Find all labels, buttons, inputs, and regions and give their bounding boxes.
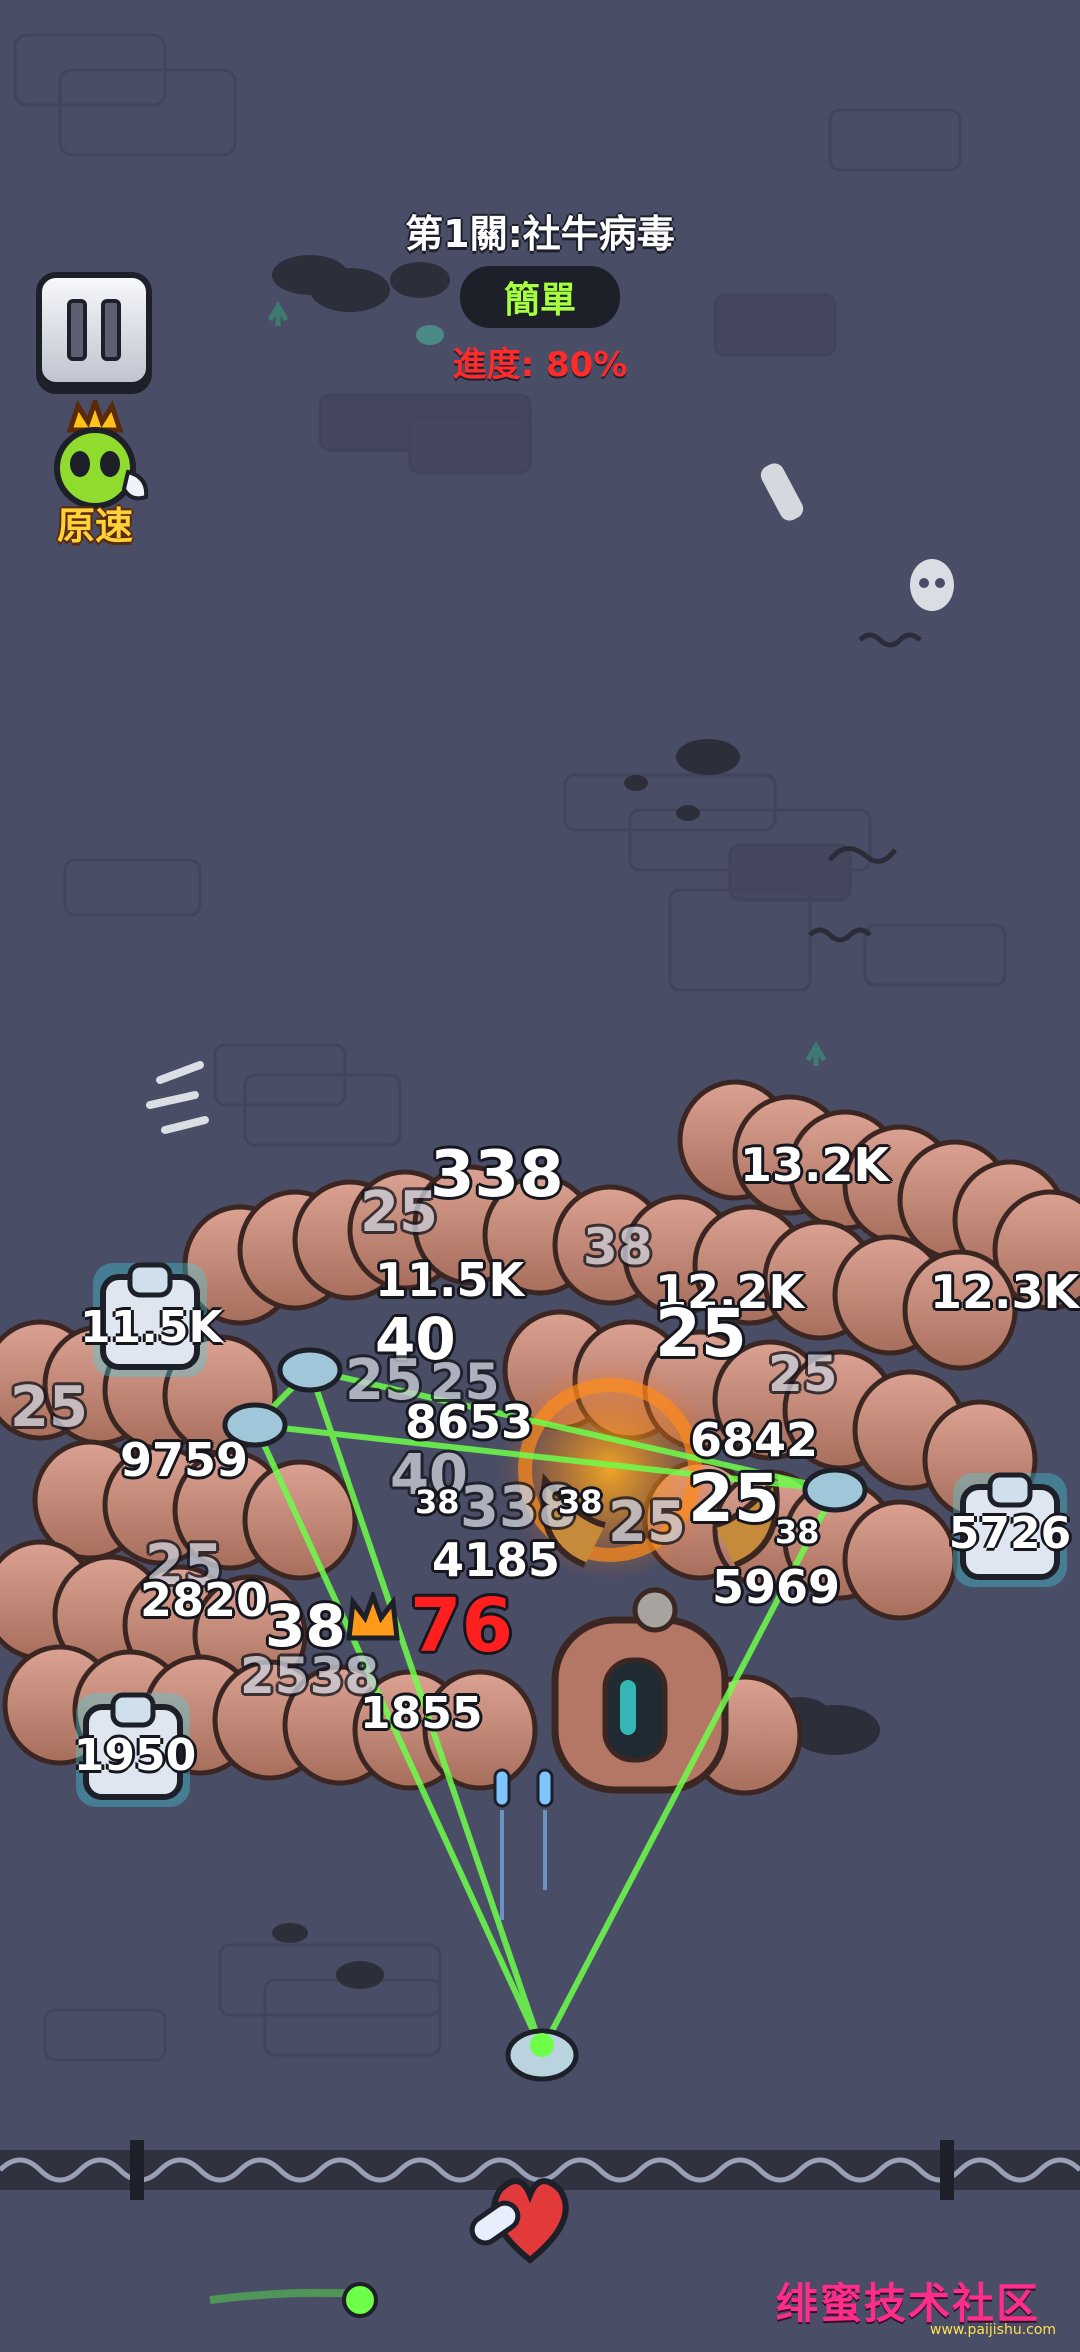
crit-damage-number: 76 bbox=[410, 1583, 513, 1669]
damage-number: 4185 bbox=[432, 1533, 561, 1587]
damage-number: 12.3K bbox=[930, 1265, 1080, 1319]
damage-number: 9759 bbox=[120, 1433, 249, 1487]
chest-label: 11.5K bbox=[80, 1302, 223, 1353]
damage-number: 13.2K bbox=[740, 1138, 890, 1192]
damage-number: 25 bbox=[688, 1460, 780, 1537]
damage-number: 25 bbox=[608, 1490, 686, 1555]
damage-number: 5969 bbox=[712, 1560, 841, 1614]
game-stage: 11.5K 5726 1950 338 13.2K 25 11.5K 38 12.2K 12… bbox=[0, 0, 1080, 2352]
speed-toggle-button[interactable]: 原速 bbox=[30, 400, 160, 548]
chest-label: 1950 bbox=[73, 1730, 197, 1781]
level-title: 第1關:社牛病毒 bbox=[405, 212, 675, 256]
damage-number: 25 bbox=[360, 1180, 438, 1245]
damage-number: 8653 bbox=[405, 1395, 534, 1449]
damage-number: 38 bbox=[558, 1483, 603, 1521]
speed-label: 原速 bbox=[56, 504, 133, 548]
damage-number: 1855 bbox=[360, 1688, 483, 1739]
pause-icon bbox=[67, 299, 87, 361]
damage-number: 2820 bbox=[140, 1573, 269, 1627]
bullets bbox=[493, 1768, 558, 2193]
damage-number: 38 bbox=[583, 1218, 653, 1276]
crown-icon bbox=[346, 1592, 400, 1641]
watermark-url: www.paijishu.com bbox=[930, 2322, 1057, 2338]
difficulty-badge: 簡單 bbox=[460, 266, 620, 328]
progress-text: 進度: 80% bbox=[452, 345, 628, 385]
green-comet bbox=[209, 2282, 378, 2318]
pause-icon-bar bbox=[101, 299, 121, 361]
pause-button[interactable] bbox=[36, 272, 152, 388]
damage-number: 25 bbox=[10, 1375, 88, 1440]
damage-number: 38 bbox=[775, 1513, 820, 1551]
damage-number: 6842 bbox=[690, 1413, 819, 1467]
damage-number: 25 bbox=[768, 1345, 838, 1403]
damage-number: 338 bbox=[430, 1138, 564, 1212]
damage-number: 2538 bbox=[240, 1647, 380, 1705]
damage-number: 38 bbox=[415, 1483, 460, 1521]
chest-label: 5726 bbox=[948, 1508, 1072, 1559]
damage-number: 11.5K bbox=[375, 1253, 525, 1307]
damage-number: 25 bbox=[655, 1295, 747, 1372]
player-heart bbox=[469, 2178, 569, 2264]
virus-crown-icon bbox=[54, 400, 149, 509]
